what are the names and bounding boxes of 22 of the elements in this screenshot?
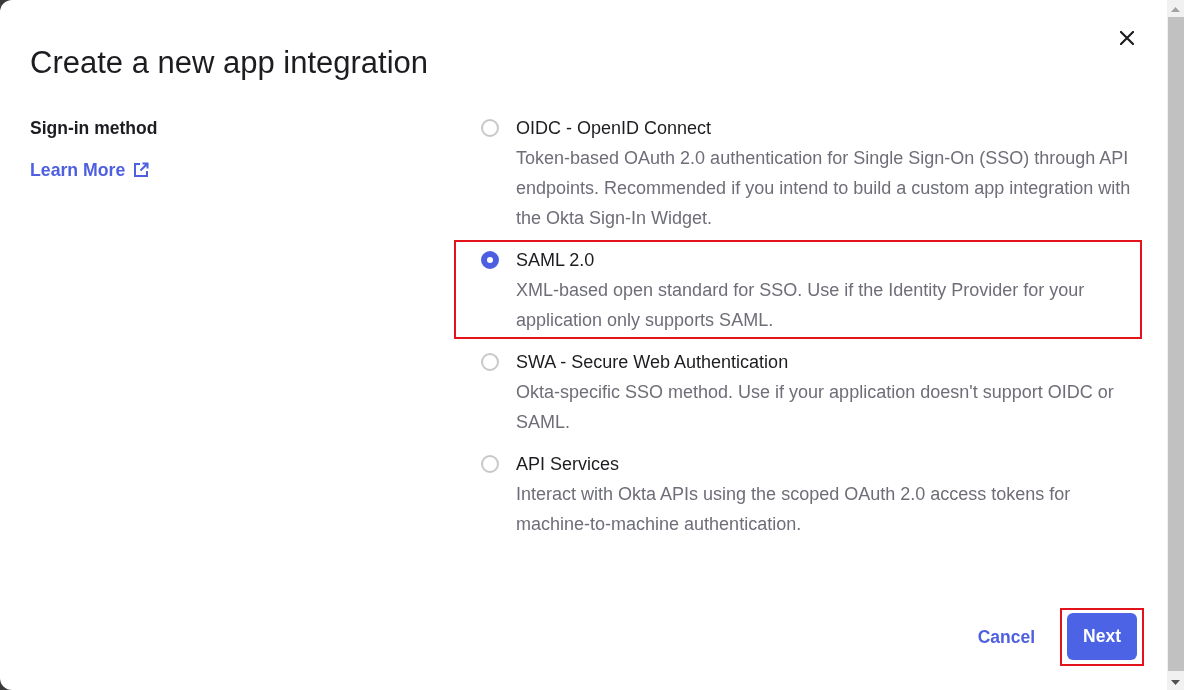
radio-button[interactable]	[481, 455, 499, 473]
option-label: API Services	[516, 454, 620, 474]
option-description: Token-based OAuth 2.0 authentication for Single Sign-On (SSO) through API endpoints. Recommended if you intend to build a custom app integration with the Okta Sign-In Widget.	[516, 147, 1132, 230]
option-label: OIDC - OpenID Connect	[516, 118, 712, 138]
learn-more-link[interactable]: Learn More	[30, 158, 150, 182]
external-link-icon	[133, 162, 150, 178]
dialog-title: Create a new app integration	[30, 45, 429, 81]
scroll-down-arrow-icon[interactable]	[1171, 680, 1180, 685]
option-label: SWA - Secure Web Authentication	[516, 352, 789, 372]
option-description: Interact with Okta APIs using the scoped OAuth 2.0 access tokens for machine-to-machine authentication.	[516, 483, 1072, 536]
radio-button[interactable]	[481, 251, 499, 269]
scrollbar-thumb[interactable]	[1168, 17, 1184, 671]
option-label: SAML 2.0	[516, 250, 595, 270]
cancel-button[interactable]: Cancel	[977, 625, 1036, 649]
scroll-up-arrow-icon[interactable]	[1171, 7, 1180, 12]
option-description: XML-based open standard for SSO. Use if the Identity Provider for your application only supports SAML.	[516, 279, 1086, 332]
option-description: Okta-specific SSO method. Use if your application doesn't support OIDC or SAML.	[516, 381, 1115, 434]
section-label: Sign-in method	[30, 117, 158, 140]
radio-button[interactable]	[481, 119, 499, 137]
close-icon[interactable]	[1120, 31, 1134, 45]
radio-button[interactable]	[481, 353, 499, 371]
next-button[interactable]: Next	[1067, 613, 1137, 660]
